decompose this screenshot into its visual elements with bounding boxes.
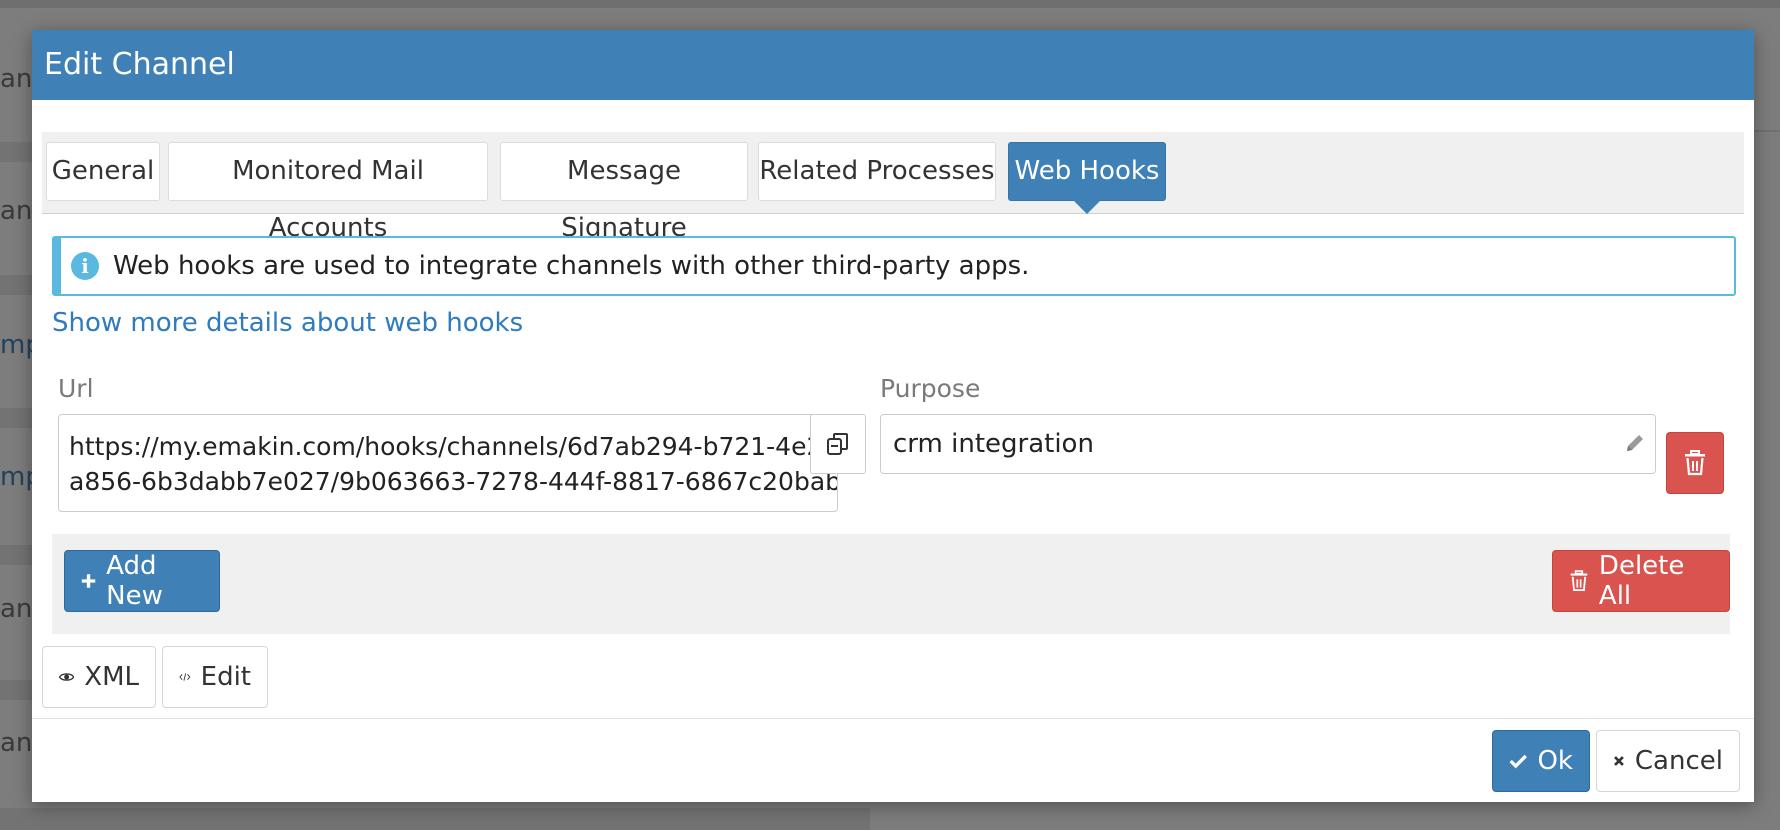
info-circle-icon: i bbox=[71, 252, 99, 280]
edit-code-button[interactable]: Edit bbox=[162, 646, 268, 708]
copy-icon bbox=[827, 433, 848, 455]
backdrop-bottom-bar bbox=[0, 808, 870, 830]
trash-icon bbox=[1570, 570, 1588, 592]
pencil-icon[interactable] bbox=[1618, 426, 1652, 460]
edit-channel-dialog: Edit Channel General Monitored Mail Acco… bbox=[32, 30, 1754, 802]
purpose-field[interactable] bbox=[880, 414, 1656, 474]
url-field[interactable]: https://my.emakin.com/hooks/channels/6d7… bbox=[58, 414, 838, 512]
check-icon bbox=[1509, 754, 1527, 769]
plus-icon bbox=[81, 574, 96, 588]
backdrop-top-bar bbox=[0, 0, 1780, 8]
info-alert: i Web hooks are used to integrate channe… bbox=[52, 236, 1736, 296]
edit-label: Edit bbox=[200, 662, 251, 692]
trash-icon bbox=[1685, 450, 1705, 476]
delete-all-button[interactable]: Delete All bbox=[1552, 550, 1730, 612]
backdrop-row-stripe bbox=[0, 142, 36, 162]
backdrop-row-stripe bbox=[0, 680, 36, 700]
add-new-label: Add New bbox=[106, 551, 163, 611]
url-label: Url bbox=[58, 374, 94, 403]
xml-view-button[interactable]: XML bbox=[42, 646, 156, 708]
xml-label: XML bbox=[84, 662, 139, 692]
close-icon bbox=[1614, 756, 1624, 766]
delete-all-label: Delete All bbox=[1598, 551, 1685, 611]
webhook-actions-bar: Add New Delete All bbox=[52, 534, 1730, 634]
tab-message-signature[interactable]: Message Signature bbox=[500, 142, 748, 243]
add-new-button[interactable]: Add New bbox=[64, 550, 220, 612]
code-icon bbox=[179, 673, 191, 681]
tab-related-processes[interactable]: Related Processes bbox=[758, 142, 996, 201]
dialog-title: Edit Channel bbox=[32, 30, 1754, 100]
backdrop-text: an bbox=[0, 196, 33, 226]
tab-web-hooks[interactable]: Web Hooks bbox=[1008, 142, 1166, 214]
cancel-button[interactable]: Cancel bbox=[1596, 730, 1740, 792]
tab-monitored-mail-accounts[interactable]: Monitored Mail Accounts bbox=[168, 142, 488, 243]
backdrop-text: an bbox=[0, 594, 33, 624]
backdrop-row-stripe bbox=[0, 275, 36, 295]
purpose-label: Purpose bbox=[880, 374, 981, 403]
delete-webhook-button[interactable] bbox=[1666, 432, 1724, 494]
tab-general[interactable]: General bbox=[46, 142, 160, 201]
ok-label: Ok bbox=[1537, 746, 1573, 776]
ok-button[interactable]: Ok bbox=[1492, 730, 1590, 792]
footer-divider bbox=[32, 718, 1754, 719]
cancel-label: Cancel bbox=[1634, 746, 1723, 776]
info-alert-text: Web hooks are used to integrate channels… bbox=[113, 251, 1030, 281]
backdrop-text: an bbox=[0, 728, 33, 758]
backdrop-row-stripe bbox=[0, 545, 36, 565]
backdrop-divider bbox=[1752, 130, 1780, 132]
eye-icon bbox=[59, 673, 75, 681]
backdrop-text: an bbox=[0, 64, 33, 94]
show-details-link[interactable]: Show more details about web hooks bbox=[52, 308, 523, 338]
backdrop-row-stripe bbox=[0, 408, 36, 428]
tab-bar: General Monitored Mail Accounts Message … bbox=[42, 132, 1744, 243]
copy-url-button[interactable] bbox=[810, 414, 866, 474]
